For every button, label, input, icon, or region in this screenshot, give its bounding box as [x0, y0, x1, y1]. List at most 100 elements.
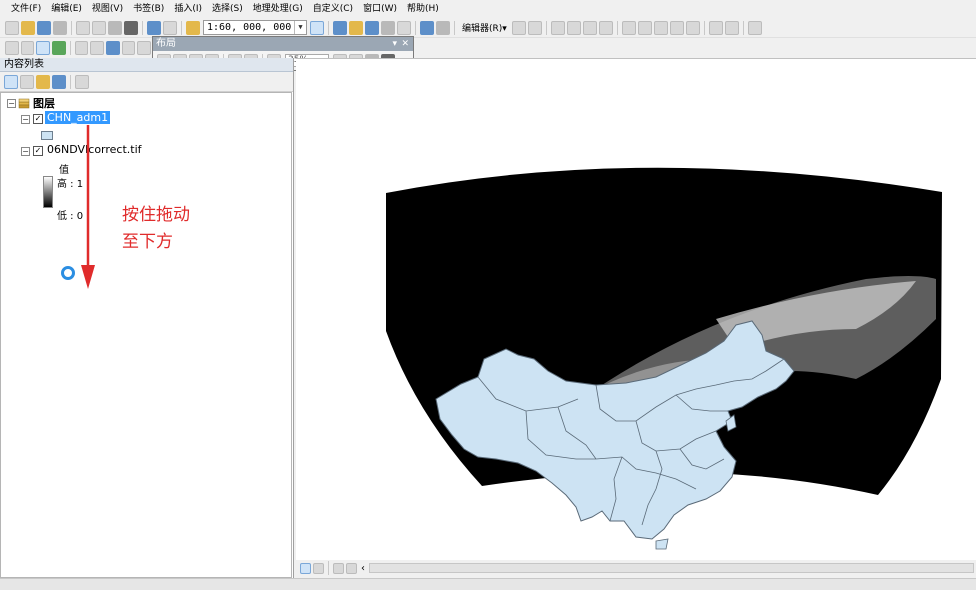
toolbar-divider: [454, 20, 455, 35]
map-scale-combobox[interactable]: 1:60, 000, 000 ▼: [203, 20, 307, 35]
toc-title: 内容列表: [4, 59, 44, 70]
layer-name-chn-adm1[interactable]: CHN_adm1: [45, 111, 111, 124]
editor-toolbar-icon[interactable]: [310, 20, 324, 35]
menu-selection[interactable]: 选择(S): [207, 0, 248, 18]
pause-drawing-icon[interactable]: [346, 562, 357, 574]
list-by-selection-icon[interactable]: [52, 74, 66, 89]
collapse-icon[interactable]: −: [21, 115, 30, 124]
redo-icon[interactable]: [163, 20, 177, 35]
layout-view-icon[interactable]: [313, 562, 324, 574]
delete-icon[interactable]: [124, 20, 138, 35]
undo-icon[interactable]: [147, 20, 161, 35]
toolbar-divider: [328, 20, 329, 35]
go-forward-arrow-icon[interactable]: [121, 41, 136, 55]
standard-toolbar: 1:60, 000, 000 ▼ 编辑器(R)▾: [0, 18, 976, 38]
collapse-icon[interactable]: −: [7, 99, 16, 108]
hainan-island[interactable]: [655, 538, 669, 550]
toolbar-divider: [328, 561, 329, 575]
tools-toolbar: [0, 38, 152, 58]
point-icon[interactable]: [598, 20, 613, 35]
toolbar-divider: [70, 74, 71, 89]
catalog-icon[interactable]: [349, 20, 363, 35]
toolbar-options-icon[interactable]: [436, 20, 450, 35]
polygon-symbol-swatch[interactable]: [41, 131, 53, 140]
toolbar-divider: [545, 20, 547, 35]
horizontal-scrollbar[interactable]: [369, 563, 974, 573]
menu-help[interactable]: 帮助(H): [402, 0, 444, 18]
menu-geoprocessing[interactable]: 地理处理(G): [248, 0, 308, 18]
chevron-down-icon[interactable]: ▾: [392, 37, 397, 51]
trace-icon[interactable]: [582, 20, 597, 35]
layout-toolbar-title: 布局: [156, 38, 176, 49]
edit-vertices-icon[interactable]: [621, 20, 636, 35]
toolbar-divider: [71, 20, 72, 35]
layout-toolbar-titlebar[interactable]: 布局 ▾ ✕: [153, 37, 413, 51]
list-by-visibility-icon[interactable]: [36, 74, 50, 89]
cut-icon[interactable]: [76, 20, 90, 35]
sketch-properties-icon[interactable]: [724, 20, 739, 35]
layers-root-label[interactable]: 图层: [33, 95, 55, 111]
toolbar-divider: [742, 20, 744, 35]
toc-header: 内容列表: [0, 58, 293, 72]
chevron-down-icon[interactable]: ▼: [294, 21, 306, 34]
end-point-arc-icon[interactable]: [566, 20, 581, 35]
straight-segment-icon[interactable]: [550, 20, 565, 35]
new-document-icon[interactable]: [5, 20, 19, 35]
data-view-icon[interactable]: [300, 562, 311, 574]
editor-menu-button[interactable]: 编辑器(R)▾: [462, 21, 507, 34]
reshape-feature-icon[interactable]: [637, 20, 652, 35]
menu-view[interactable]: 视图(V): [87, 0, 128, 18]
print-icon[interactable]: [53, 20, 67, 35]
copy-icon[interactable]: [92, 20, 106, 35]
open-folder-icon[interactable]: [21, 20, 35, 35]
edit-tool-icon[interactable]: [511, 20, 526, 35]
map-view-controls: ‹: [296, 560, 976, 576]
paste-icon[interactable]: [108, 20, 122, 35]
grayscale-ramp[interactable]: [43, 176, 53, 208]
menu-edit[interactable]: 编辑(E): [46, 0, 87, 18]
menu-insert[interactable]: 插入(I): [169, 0, 207, 18]
list-by-drawing-order-icon[interactable]: [4, 74, 18, 89]
toc-tree: − 图层 − ✓ CHN_adm1 − ✓ 06NDVIcorrect.tif …: [0, 92, 292, 578]
collapse-icon[interactable]: −: [21, 147, 30, 156]
fixed-zoom-in-icon[interactable]: [74, 41, 89, 55]
map-scale-value: 1:60, 000, 000: [207, 22, 292, 33]
layer-visibility-checkbox[interactable]: ✓: [33, 146, 43, 156]
search-window-icon[interactable]: [365, 20, 379, 35]
full-extent-globe-icon[interactable]: [52, 41, 66, 55]
table-of-contents-icon[interactable]: [333, 20, 347, 35]
attributes-icon[interactable]: [708, 20, 723, 35]
map-canvas[interactable]: [296, 59, 976, 561]
go-back-arrow-icon[interactable]: [106, 41, 120, 55]
layer-visibility-checkbox[interactable]: ✓: [33, 114, 43, 124]
zoom-out-icon[interactable]: [20, 41, 35, 55]
save-icon[interactable]: [37, 20, 51, 35]
cut-polygons-icon[interactable]: [653, 20, 668, 35]
layers-icon: [18, 98, 30, 109]
arctoolbox-icon[interactable]: [381, 20, 395, 35]
model-builder-icon[interactable]: [420, 20, 434, 35]
create-features-icon[interactable]: [747, 20, 762, 35]
scroll-left-icon[interactable]: ‹: [361, 563, 365, 574]
menu-customize[interactable]: 自定义(C): [308, 0, 358, 18]
list-by-source-icon[interactable]: [20, 74, 34, 89]
toc-options-icon[interactable]: [75, 74, 89, 89]
add-data-icon[interactable]: [186, 20, 200, 35]
split-tool-icon[interactable]: [669, 20, 684, 35]
rotate-tool-icon[interactable]: [685, 20, 700, 35]
select-elements-icon[interactable]: [137, 41, 152, 55]
refresh-view-icon[interactable]: [333, 562, 344, 574]
zoom-in-icon[interactable]: [5, 41, 19, 55]
python-window-icon[interactable]: [397, 20, 411, 35]
edit-annotation-icon[interactable]: [527, 20, 542, 35]
map-display[interactable]: [296, 58, 976, 560]
menu-bookmarks[interactable]: 书签(B): [128, 0, 169, 18]
fixed-zoom-out-icon[interactable]: [90, 41, 105, 55]
menu-windows[interactable]: 窗口(W): [358, 0, 402, 18]
annotation-line-1: 按住拖动: [122, 205, 190, 225]
toolbar-divider: [142, 20, 143, 35]
pan-hand-icon[interactable]: [36, 41, 51, 55]
close-icon[interactable]: ✕: [401, 37, 409, 51]
menu-file[interactable]: 文件(F): [6, 0, 46, 18]
drag-arrow: [81, 125, 95, 289]
